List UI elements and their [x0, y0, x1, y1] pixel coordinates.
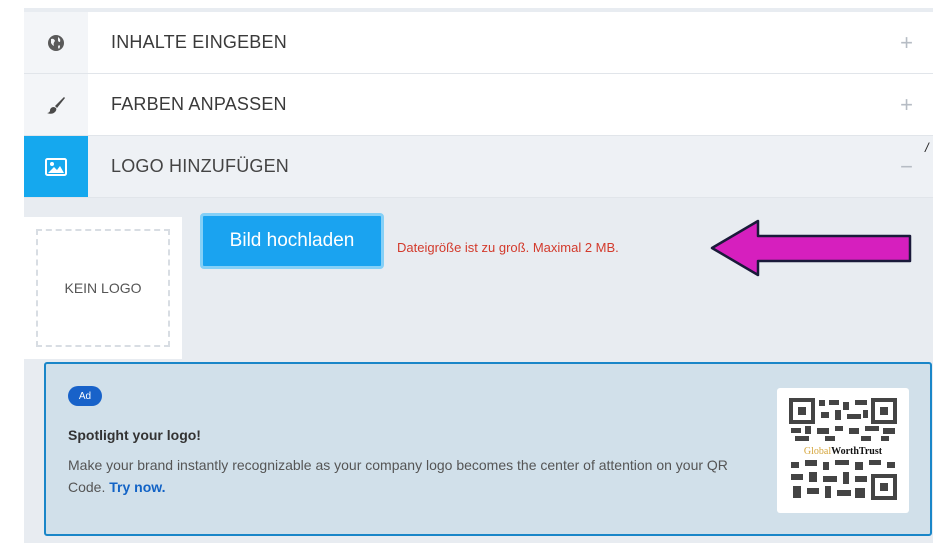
qr-code-image: GlobalWorthTrust: [777, 388, 909, 513]
expand-plus-icon[interactable]: +: [900, 74, 913, 135]
file-size-error: Dateigröße ist zu groß. Maximal 2 MB.: [397, 240, 619, 255]
ad-badge: Ad: [68, 386, 102, 406]
accordion-item-label: INHALTE EINGEBEN: [111, 32, 287, 52]
logo-preview: KEIN LOGO: [24, 217, 182, 359]
annotation-arrow-icon: [710, 219, 912, 277]
globe-icon: [24, 12, 88, 73]
ad-banner[interactable]: Ad Spotlight your logo! Make your brand …: [44, 362, 932, 536]
accordion-item-inhalte[interactable]: INHALTE EINGEBEN +: [24, 12, 933, 74]
ad-title: Spotlight your logo!: [68, 427, 201, 443]
qr-brand-text: GlobalWorthTrust: [777, 446, 909, 457]
expand-plus-icon[interactable]: +: [900, 12, 913, 73]
collapse-minus-icon[interactable]: −: [900, 136, 913, 197]
try-now-link[interactable]: Try now.: [109, 479, 165, 495]
upload-image-button[interactable]: Bild hochladen: [200, 213, 384, 269]
logo-placeholder-text: KEIN LOGO: [64, 280, 142, 296]
edge-mark: /: [925, 140, 929, 155]
accordion-item-label: FARBEN ANPASSEN: [111, 94, 287, 114]
accordion-item-label: LOGO HINZUFÜGEN: [111, 156, 290, 176]
accordion-item-logo[interactable]: LOGO HINZUFÜGEN −: [24, 136, 933, 198]
ad-body-text: Make your brand instantly recognizable a…: [68, 457, 728, 495]
logo-dropzone: KEIN LOGO: [36, 229, 170, 347]
image-icon: [24, 136, 88, 197]
paintbrush-icon: [24, 74, 88, 135]
ad-description: Make your brand instantly recognizable a…: [68, 454, 758, 498]
accordion-item-farben[interactable]: FARBEN ANPASSEN +: [24, 74, 933, 136]
